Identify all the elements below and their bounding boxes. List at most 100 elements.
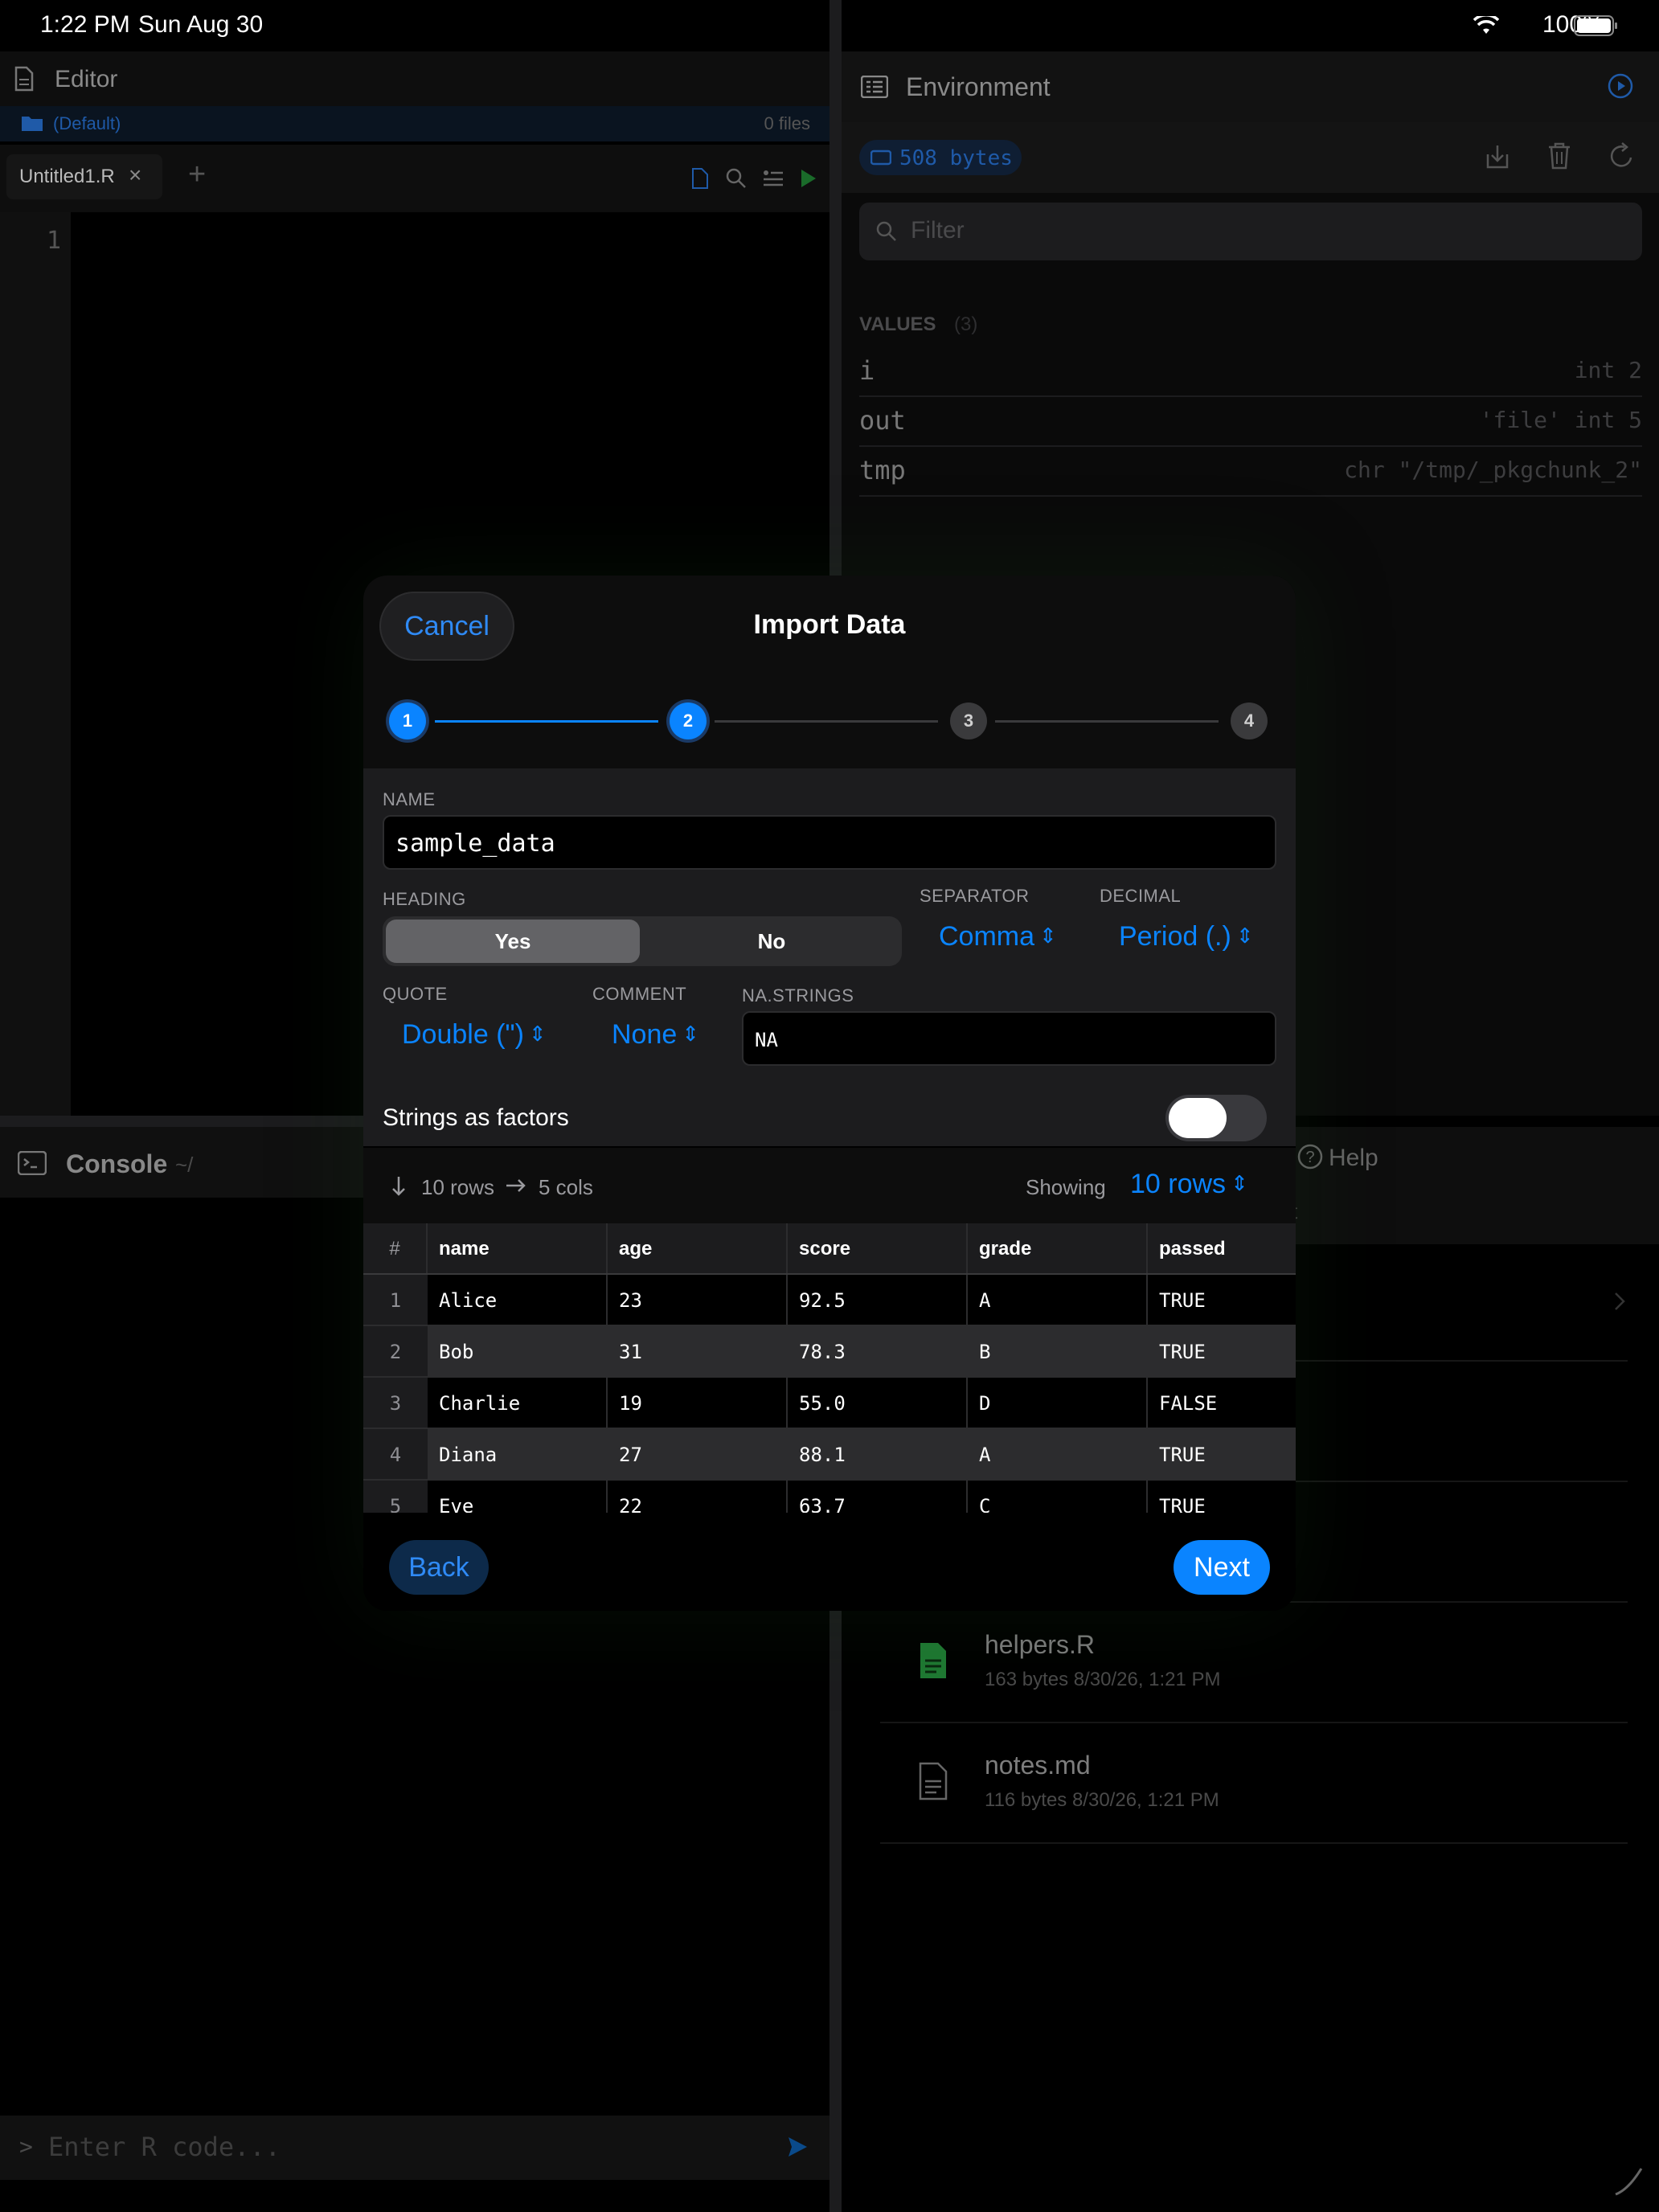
- battery-icon: [1574, 14, 1619, 43]
- help-tab-label[interactable]: Help: [1329, 1145, 1378, 1172]
- tab-untitled1[interactable]: Untitled1.R ×: [6, 154, 162, 199]
- heading-yes-option[interactable]: Yes: [386, 920, 640, 963]
- filter-placeholder: Filter: [911, 217, 965, 244]
- line-number: 1: [47, 227, 62, 255]
- chevron-up-down-icon: ⇕: [528, 1022, 547, 1046]
- environment-toolbar: 508 bytes: [842, 122, 1659, 193]
- step-1-indicator: 1: [389, 703, 426, 739]
- row-index: 3: [363, 1378, 428, 1428]
- table-cell: FALSE: [1159, 1392, 1218, 1415]
- column-header: score: [788, 1223, 968, 1273]
- arrow-down-icon: [391, 1175, 407, 1202]
- step-3-indicator: 3: [950, 703, 987, 739]
- folder-name: (Default): [53, 113, 121, 133]
- send-icon[interactable]: [786, 2135, 809, 2165]
- table-cell: 23: [608, 1275, 788, 1325]
- table-cell: A: [968, 1429, 1148, 1479]
- close-icon[interactable]: ×: [129, 162, 141, 188]
- folder-bar[interactable]: (Default) 0 files: [0, 106, 830, 141]
- folder-icon: [21, 114, 43, 137]
- list-icon[interactable]: [762, 167, 784, 194]
- row-index: 4: [363, 1429, 428, 1479]
- separator-picker[interactable]: Comma ⇕: [939, 921, 1057, 952]
- file-row[interactable]: helpers.R 163 bytes 8/30/26, 1:21 PM: [880, 1603, 1628, 1723]
- console-input[interactable]: > Enter R code...: [0, 2116, 830, 2180]
- table-cell: 22: [608, 1481, 788, 1513]
- wifi-icon: [1473, 14, 1500, 42]
- table-cell: TRUE: [1159, 1444, 1206, 1466]
- chevron-up-down-icon: ⇕: [1039, 924, 1057, 948]
- new-file-icon[interactable]: [691, 167, 709, 194]
- search-icon[interactable]: [725, 167, 748, 194]
- filter-field[interactable]: Filter: [859, 203, 1642, 260]
- row-count: 10 rows: [421, 1175, 495, 1199]
- environment-settings-icon[interactable]: [1607, 72, 1634, 104]
- document-icon: [919, 1762, 948, 1804]
- env-value-row[interactable]: i int 2: [859, 347, 1642, 397]
- import-data-dialog: Cancel Import Data 1 2 3 4 NAME sample_d…: [363, 576, 1296, 1611]
- name-field[interactable]: sample_data: [383, 815, 1276, 870]
- heading-no-option[interactable]: No: [645, 920, 899, 963]
- strings-as-factors-toggle[interactable]: [1165, 1095, 1267, 1141]
- row-index: 2: [363, 1326, 428, 1376]
- env-value-row[interactable]: tmp chr "/tmp/_pkgchunk_2": [859, 447, 1642, 497]
- table-row: 5 Eve 22 63.7 C TRUE: [363, 1481, 1296, 1513]
- dialog-header: Cancel Import Data 1 2 3 4: [363, 576, 1296, 768]
- na-strings-field[interactable]: NA: [742, 1011, 1276, 1066]
- step-connector: [715, 720, 938, 723]
- file-name: notes.md: [985, 1751, 1091, 1780]
- comment-picker[interactable]: None ⇕: [612, 1019, 699, 1051]
- chevron-right-icon[interactable]: [1613, 1291, 1626, 1316]
- editor-title: Editor: [55, 66, 118, 92]
- arrow-right-icon: [505, 1177, 527, 1198]
- import-icon[interactable]: [1485, 143, 1510, 174]
- env-value-row[interactable]: out 'file' int 5: [859, 397, 1642, 447]
- column-header: passed: [1159, 1238, 1226, 1260]
- plus-icon[interactable]: +: [188, 158, 206, 192]
- document-icon: [14, 66, 34, 96]
- data-preview-table[interactable]: # name age score grade passed 1 Alice 23…: [363, 1223, 1296, 1513]
- values-section-label: VALUES: [859, 313, 936, 335]
- showing-rows-picker[interactable]: 10 rows ⇕: [1130, 1169, 1248, 1200]
- comment-value: None: [612, 1019, 678, 1050]
- column-header: #: [363, 1223, 428, 1273]
- strings-as-factors-label: Strings as factors: [383, 1104, 569, 1131]
- table-cell: 27: [608, 1429, 788, 1479]
- heading-label: HEADING: [383, 889, 466, 909]
- showing-label: Showing: [1026, 1175, 1106, 1199]
- file-row[interactable]: notes.md 116 bytes 8/30/26, 1:21 PM: [880, 1723, 1628, 1844]
- chevron-up-down-icon: ⇕: [682, 1022, 700, 1046]
- refresh-icon[interactable]: [1608, 141, 1636, 174]
- memory-badge: 508 bytes: [859, 140, 1022, 175]
- resize-handle-icon[interactable]: [1612, 2165, 1645, 2202]
- table-cell: 55.0: [788, 1378, 968, 1428]
- status-date: Sun Aug 30: [138, 11, 264, 38]
- run-icon[interactable]: [799, 167, 818, 194]
- separator-label: SEPARATOR: [920, 886, 1030, 906]
- editor-header: Editor: [0, 51, 830, 106]
- help-icon[interactable]: ?: [1296, 1143, 1324, 1174]
- file-name: helpers.R: [985, 1630, 1095, 1659]
- table-cell: Alice: [428, 1275, 608, 1325]
- dialog-title: Import Data: [753, 609, 906, 640]
- status-bar: 1:22 PM Sun Aug 30 100%: [0, 0, 1659, 51]
- line-gutter: 1: [0, 212, 71, 1116]
- table-cell: 19: [608, 1378, 788, 1428]
- value-summary: 'file' int 5: [1479, 407, 1642, 433]
- trash-icon[interactable]: [1547, 141, 1571, 174]
- quote-picker[interactable]: Double (") ⇕: [402, 1019, 547, 1051]
- table-cell: B: [968, 1326, 1148, 1376]
- next-button[interactable]: Next: [1174, 1540, 1270, 1595]
- back-button[interactable]: Back: [389, 1540, 489, 1595]
- table-cell: 31: [608, 1326, 788, 1376]
- table-cell: 92.5: [788, 1275, 968, 1325]
- table-cell: Diana: [428, 1429, 608, 1479]
- decimal-picker[interactable]: Period (.) ⇕: [1119, 921, 1254, 952]
- step-2-indicator: 2: [670, 703, 707, 739]
- environment-header: Environment: [842, 51, 1659, 122]
- console-title: Console: [66, 1149, 168, 1178]
- file-meta: 116 bytes 8/30/26, 1:21 PM: [985, 1789, 1219, 1811]
- decimal-label: DECIMAL: [1100, 886, 1182, 906]
- search-icon: [875, 220, 898, 249]
- heading-segmented-control: Yes No: [383, 916, 902, 966]
